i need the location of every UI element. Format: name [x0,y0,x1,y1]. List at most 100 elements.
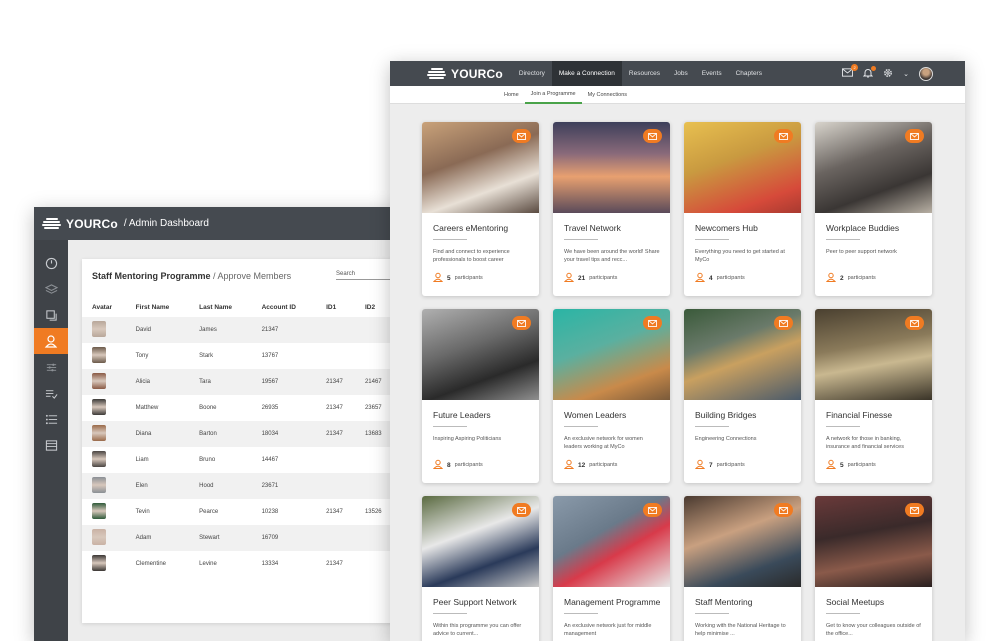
nav-item-events[interactable]: Events [695,61,729,86]
sliders-icon[interactable] [34,354,68,380]
programme-card[interactable]: Management Programme An exclusive network… [553,496,670,641]
card-description: We have been around the world! Share you… [564,249,660,263]
table-row[interactable]: David James 21347 [82,317,434,343]
participants-row: 12 participants [563,459,617,471]
programme-image [684,496,801,587]
cell-account: 10238 [261,509,279,515]
mail-icon[interactable] [512,129,531,143]
programme-card[interactable]: Newcomers Hub Everything you need to get … [684,122,801,296]
avatar-cell [82,317,126,343]
portal-brand: YOURCo [451,66,503,81]
programme-card[interactable]: Future Leaders Inspiring Aspiring Politic… [422,309,539,483]
mail-icon[interactable]: 2 [842,64,859,79]
participant-count: 5 [447,274,451,282]
table-row[interactable]: Elen Hood 23671 [82,473,434,499]
card-description: Inspiring Aspiring Politicians [433,436,502,442]
programme-card[interactable]: Women Leaders An exclusive network for wo… [553,309,670,483]
avatar [92,555,106,571]
cell-first: Tevin [135,509,150,515]
tab-home[interactable]: Home [498,86,525,104]
programme-card[interactable]: Building Bridges Engineering Connections 7… [684,309,801,483]
nav-item-jobs[interactable]: Jobs [667,61,695,86]
card-title: Travel Network [564,223,621,233]
nav-item-resources[interactable]: Resources [622,61,667,86]
nav-item-directory[interactable]: Directory [512,61,552,86]
mail-icon[interactable] [643,129,662,143]
avatar[interactable] [919,66,933,81]
table-row[interactable]: Tevin Pearce 10238 21347 13526 [82,499,434,525]
programme-image [422,309,539,400]
search-input[interactable]: Search [336,271,396,280]
mail-icon[interactable] [905,129,924,143]
programme-card[interactable]: Financial Finesse A network for those in … [815,309,932,483]
table-row[interactable]: Liam Bruno 14467 [82,447,434,473]
cell-account: 19567 [251,369,317,395]
programme-card[interactable]: Staff Mentoring Working with the National… [684,496,801,641]
participants-label: participants [454,275,483,281]
avatar-cell [82,447,126,473]
list-icon[interactable] [34,406,68,432]
mail-icon[interactable] [512,316,531,330]
chevron-down-icon[interactable]: ⌄ [903,70,909,78]
table-row[interactable]: Tony Stark 13767 [82,343,434,369]
copy-icon[interactable] [34,302,68,328]
participant-icon [825,272,837,284]
avatar [92,321,106,337]
participants-label: participants [589,275,618,281]
admin-dashboard-window: YOURCo / Admin Dashboard Staff Mentoring… [34,207,434,641]
card-title: Workplace Buddies [826,223,900,233]
mail-icon[interactable] [774,503,793,517]
table-row[interactable]: Clementine Levine 13334 21347 [82,551,434,577]
sub-nav: Home Join a Programme My Connections [390,86,965,104]
panel-title: Staff Mentoring Programme / Approve Memb… [92,271,291,281]
avatar-cell [82,499,126,525]
nav-item-make-a-connection[interactable]: Make a Connection [551,61,622,86]
mail-icon[interactable] [774,316,793,330]
cell-id2 [354,317,394,343]
mail-icon[interactable] [643,503,662,517]
nav-item-chapters[interactable]: Chapters [729,61,769,86]
gear-icon[interactable] [883,68,893,80]
admin-logo[interactable]: YOURCo [42,217,118,231]
portal-window: YOURCo Directory Make a Connection Resourc… [390,61,965,641]
programme-card[interactable]: Workplace Buddies Peer to peer support ne… [815,122,932,296]
portal-logo[interactable]: YOURCo [427,67,503,81]
cell-id1: 21347 [326,405,343,411]
card-divider [564,239,598,240]
programme-card[interactable]: Careers eMentoring Find and connect to ex… [422,122,539,296]
cell-first: Adam [125,525,190,551]
tab-join-a-programme[interactable]: Join a Programme [524,86,582,104]
mail-icon[interactable] [905,503,924,517]
mail-icon[interactable] [512,503,531,517]
participants-row: 4 participants [694,272,745,284]
tab-my-connections[interactable]: My Connections [582,86,633,104]
participants-label: participants [847,275,876,281]
participants-label: participants [847,462,876,468]
table-row[interactable]: Adam Stewart 16709 [82,525,434,551]
yourco-logo-icon [427,67,446,81]
mail-icon[interactable] [774,129,793,143]
cell-account: 16709 [251,525,317,551]
cell-last: Tara [189,369,252,395]
participant-icon [694,272,706,284]
gauge-icon[interactable] [34,250,68,276]
table-icon[interactable] [34,432,68,458]
mail-icon[interactable] [643,316,662,330]
bell-icon[interactable] [862,65,877,80]
layers-icon[interactable] [34,276,68,302]
table-row[interactable]: AliciaTara19567213472146732467 [82,369,434,395]
column-header: Account ID [261,303,296,311]
table-row[interactable]: Matthew Boone 26935 21347 23657 [82,395,434,421]
table-row[interactable]: Diana Barton 18034 21347 13683 [82,421,434,447]
mail-icon[interactable] [905,316,924,330]
participant-icon [563,272,575,284]
column-header: ID2 [364,303,376,311]
programme-card[interactable]: Travel Network We have been around the wo… [553,122,670,296]
programme-card[interactable]: Peer Support Network Within this programm… [422,496,539,641]
programme-card[interactable]: Social Meetups Get to know your colleague… [815,496,932,641]
mentor-icon[interactable] [34,328,68,354]
card-divider [826,239,860,240]
checklist-icon[interactable] [34,380,68,406]
participants-row: 8 participants [432,459,483,471]
card-description: A network for those in banking, insuranc… [826,436,904,450]
